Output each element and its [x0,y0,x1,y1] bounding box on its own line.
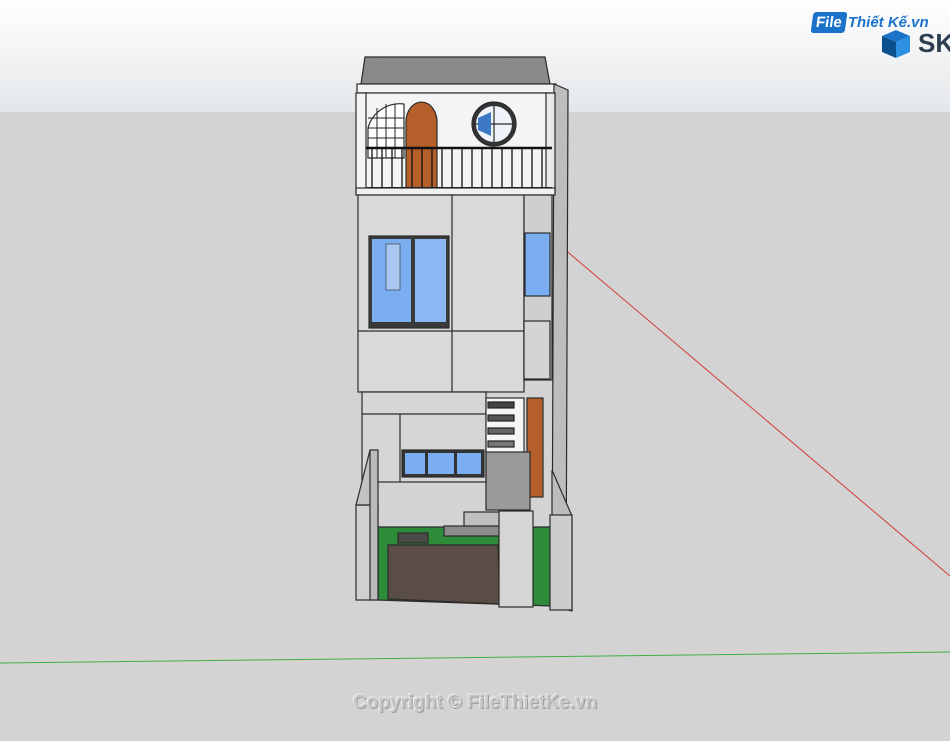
entry-steps [443,511,505,537]
entry-recess [485,451,531,511]
garage-tile-row [397,532,429,544]
top-floor-left-column [355,92,367,194]
brand-text: SK [918,28,950,58]
sketchup-logo-icon [882,29,910,58]
balcony-slab [355,187,556,196]
large-window-pane-right [415,239,446,322]
green-axis-line [0,651,950,664]
roof-fascia [356,83,557,94]
copyright-watermark: Copyright © FileThietKe.vn [352,692,598,713]
sketchup-brand: SK [880,28,950,59]
scene-canvas[interactable] [0,0,950,741]
top-floor-right-column [545,92,556,194]
sketchup-3d-viewport[interactable]: File Thiết Kế.vn SK Copyright © FileThie… [0,0,950,741]
logo-box-text: File [810,12,848,33]
paved-driveway [387,544,501,605]
ground-window-pane-3 [457,453,481,474]
side-panel-lower [523,320,551,380]
side-window [524,232,551,297]
house-model[interactable] [355,56,573,612]
roof-slab [360,56,551,85]
red-axis-line [562,247,950,577]
left-fence-side [369,449,379,601]
gate-pillar [498,510,534,608]
ground-window-pane-2 [428,453,454,474]
right-fence-front [549,514,573,611]
interior-shelf [385,243,401,291]
ground-window-pane-1 [405,453,425,474]
